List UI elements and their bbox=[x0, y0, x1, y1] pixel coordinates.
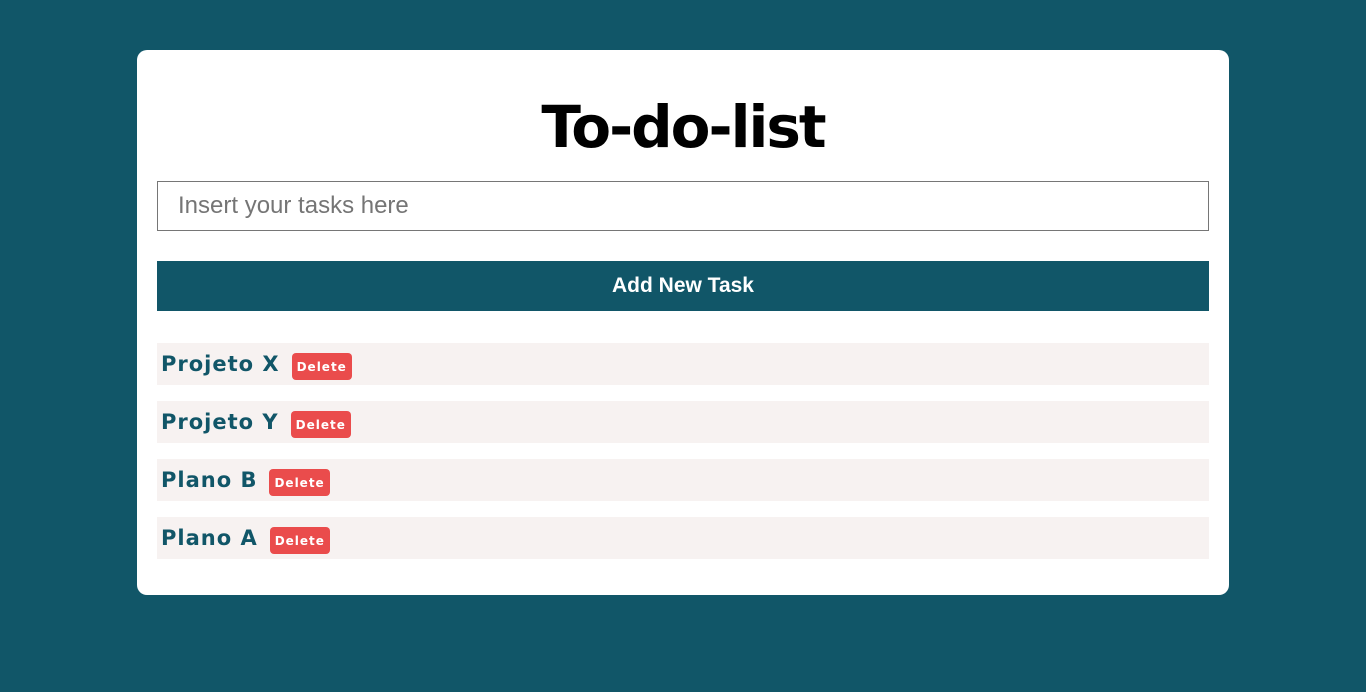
task-text: Projeto X bbox=[161, 352, 280, 376]
task-text: Plano B bbox=[161, 468, 258, 492]
delete-button[interactable]: Delete bbox=[269, 527, 330, 554]
todo-card: To-do-list Add New Task Projeto X Delete… bbox=[137, 50, 1229, 595]
page-title: To-do-list bbox=[541, 93, 826, 161]
task-item: Projeto Y Delete bbox=[157, 401, 1209, 443]
delete-button[interactable]: Delete bbox=[291, 353, 352, 380]
add-task-button[interactable]: Add New Task bbox=[157, 261, 1209, 311]
delete-button[interactable]: Delete bbox=[290, 411, 351, 438]
task-list: Projeto X Delete Projeto Y Delete Plano … bbox=[157, 343, 1209, 575]
delete-button[interactable]: Delete bbox=[269, 469, 330, 496]
task-text: Plano A bbox=[161, 526, 258, 550]
task-item: Plano B Delete bbox=[157, 459, 1209, 501]
task-input[interactable] bbox=[157, 181, 1209, 231]
task-text: Projeto Y bbox=[161, 410, 279, 434]
task-item: Projeto X Delete bbox=[157, 343, 1209, 385]
task-item: Plano A Delete bbox=[157, 517, 1209, 559]
